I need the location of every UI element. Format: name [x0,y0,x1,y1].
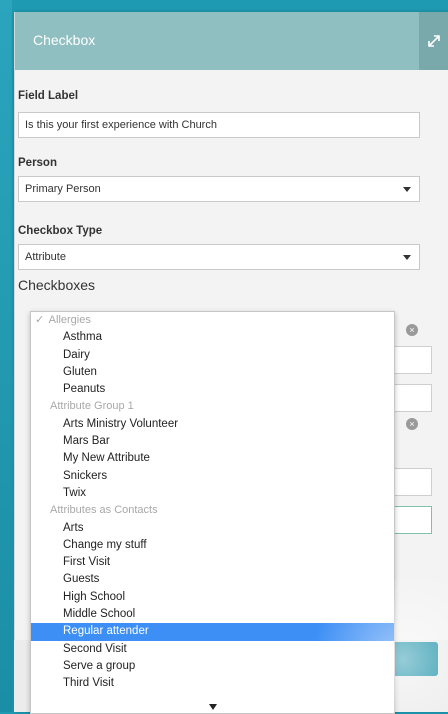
person-heading: Person [18,157,57,169]
remove-circle-icon[interactable]: × [406,418,418,430]
checkboxes-heading: Checkboxes [18,277,96,293]
panel-title: Checkbox [33,32,96,48]
person-select-value: Primary Person [25,183,101,195]
option-group-label: Attributes as Contacts [50,504,158,517]
checkbox-type-heading: Checkbox Type [18,225,103,237]
option-group-label: Attribute Group 1 [50,400,134,413]
expand-arrows-icon [428,35,440,47]
scroll-down-arrow-icon [208,704,217,710]
dropdown-option[interactable]: Snickers [31,468,394,485]
dropdown-option[interactable]: Dairy [31,347,394,364]
dropdown-option[interactable]: My New Attribute [31,450,394,467]
dropdown-option[interactable]: Second Visit [31,641,394,658]
dropdown-option[interactable]: High School [31,589,394,606]
dropdown-option[interactable]: Guests [31,571,394,588]
dropdown-option[interactable]: Gluten [31,364,394,381]
dropdown-option[interactable]: Arts [31,520,394,537]
dropdown-option[interactable]: Serve a group [31,658,394,675]
field-label-heading: Field Label [18,90,79,102]
expand-button[interactable] [419,12,448,70]
checkmark-icon: ✓ [35,314,45,326]
dropdown-option-selected[interactable]: Regular attender [31,623,394,641]
scroll-down-button[interactable] [31,697,394,713]
dropdown-option[interactable]: Middle School [31,606,394,623]
remove-circle-icon[interactable]: × [406,324,418,336]
panel-header: Checkbox [15,12,448,70]
dropdown-option[interactable]: Third Visit [31,675,394,692]
dropdown-option[interactable]: First Visit [31,554,394,571]
checkbox-type-select-value: Attribute [25,251,66,263]
dropdown-option[interactable]: Change my stuff [31,537,394,554]
option-group-label: Allergies [48,314,91,326]
background-page [0,0,12,712]
option-group-attribute-group-1: Attribute Group 1 [31,398,394,415]
dropdown-option[interactable]: Peanuts [31,381,394,398]
attribute-dropdown-list[interactable]: ✓ Allergies Asthma Dairy Gluten Peanuts … [30,311,395,714]
field-label-input[interactable] [18,112,420,138]
option-group-allergies: ✓ Allergies [31,312,394,329]
chevron-down-icon [403,255,411,260]
dropdown-option[interactable]: Mars Bar [31,433,394,450]
checkbox-type-select[interactable]: Attribute [18,244,420,270]
option-group-attributes-as-contacts: Attributes as Contacts [31,502,394,519]
dropdown-option[interactable]: Asthma [31,329,394,346]
dropdown-option[interactable]: Twix [31,485,394,502]
person-select[interactable]: Primary Person [18,176,420,202]
chevron-down-icon [403,187,411,192]
dropdown-option[interactable]: Arts Ministry Volunteer [31,416,394,433]
